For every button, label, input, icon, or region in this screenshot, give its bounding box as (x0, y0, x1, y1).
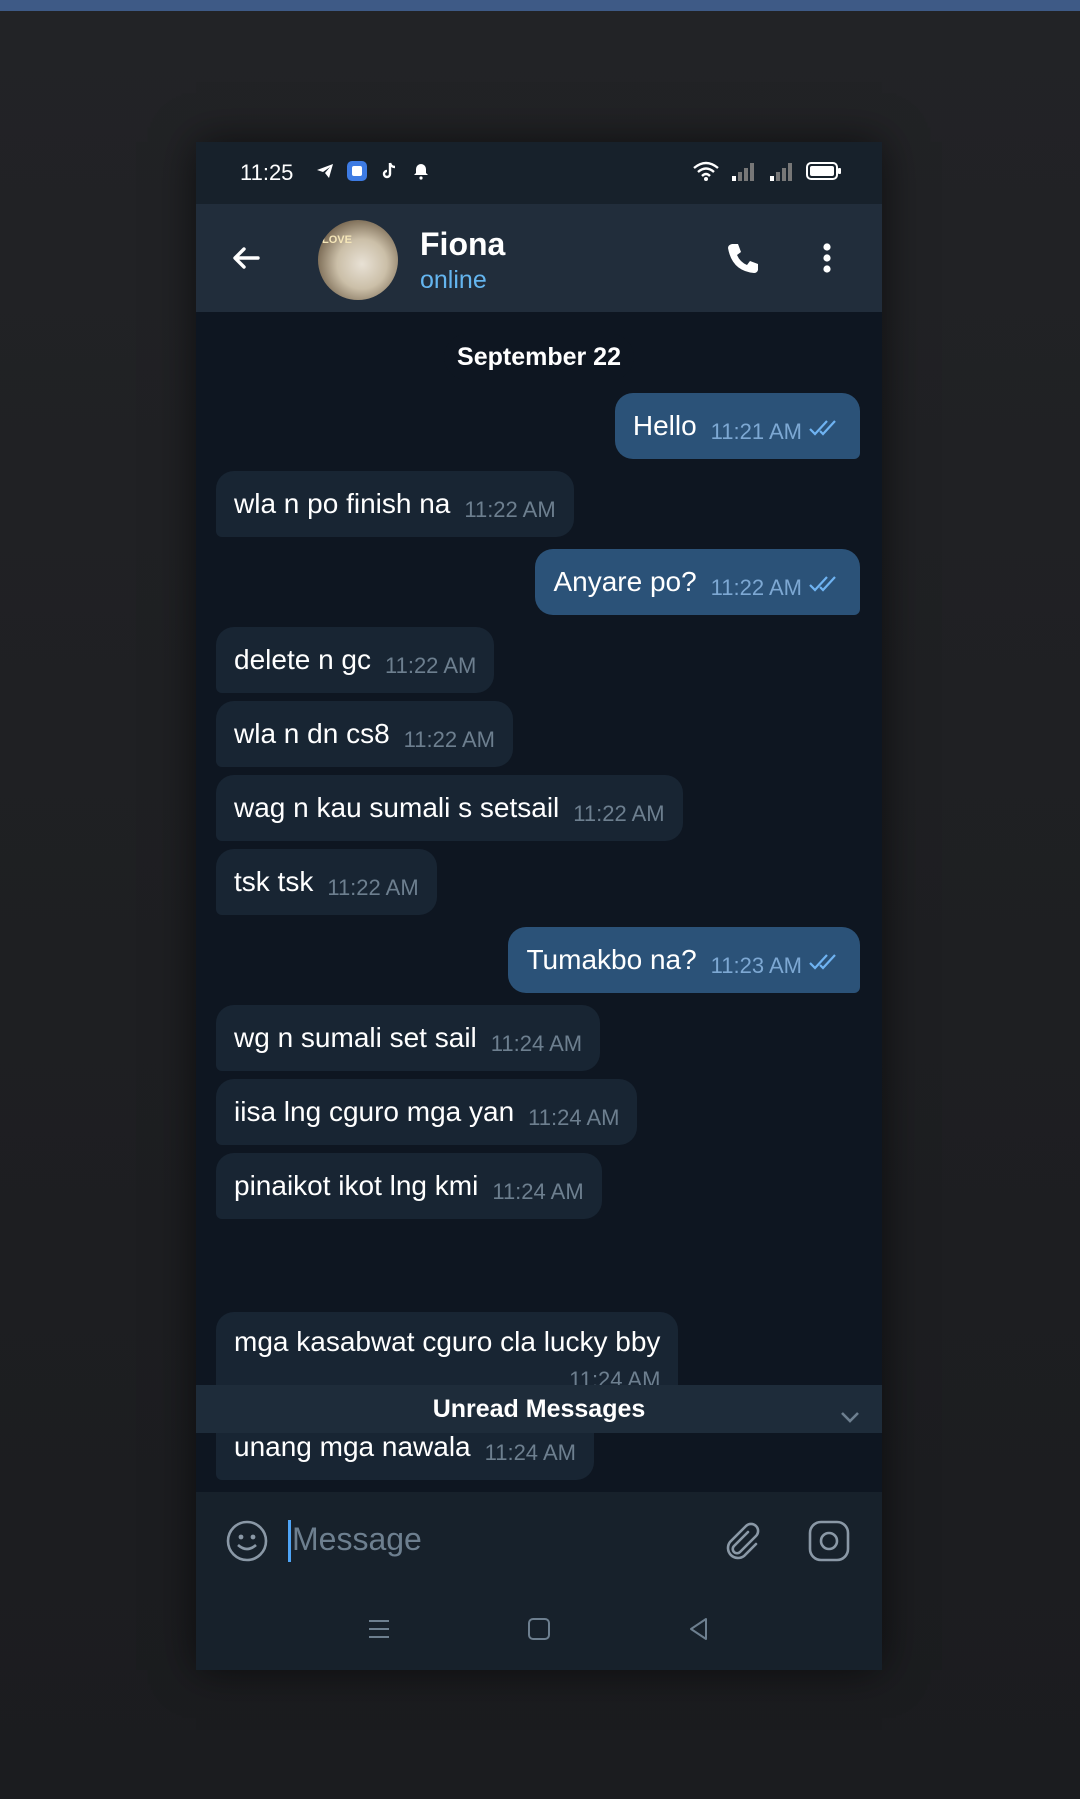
message-text: wla n dn cs8 (234, 718, 390, 749)
back-icon[interactable] (682, 1612, 716, 1646)
signal-icon (768, 160, 796, 188)
status-time: 11:25 (240, 160, 294, 185)
message-text: delete n gc (234, 644, 371, 675)
message-time: 11:23 AM (710, 953, 802, 978)
message-time: 11:21 AM (710, 419, 802, 444)
incoming-message[interactable]: delete n gc 11:22 AM (216, 627, 495, 693)
message-text: unang mga nawala (234, 1431, 471, 1462)
avatar-text: LOVE (322, 234, 352, 246)
chat-area[interactable]: September 22 Hello 11:21 AM wla n po fini… (196, 312, 882, 1492)
emoji-icon[interactable] (224, 1518, 270, 1564)
app-icon (346, 160, 368, 182)
message-time: 11:22 AM (327, 875, 419, 900)
message-time: 11:24 AM (490, 1031, 583, 1056)
attach-icon[interactable] (718, 1518, 764, 1564)
double-check-icon (808, 551, 842, 617)
unread-messages-divider: Unread Messages (196, 1385, 882, 1433)
incoming-message[interactable]: wag n kau sumali s setsail 11:22 AM (216, 775, 683, 841)
incoming-message[interactable]: tsk tsk 11:22 AM (216, 849, 437, 915)
telegram-icon (314, 160, 336, 182)
top-accent-bar (0, 0, 1080, 11)
double-check-icon (808, 395, 842, 461)
outgoing-message[interactable]: Tumakbo na? 11:23 AM (508, 927, 860, 993)
incoming-message[interactable]: wla n po finish na 11:22 AM (216, 471, 574, 537)
message-text: wag n kau sumali s setsail (234, 792, 560, 823)
message-text: Anyare po? (553, 566, 697, 597)
message-time: 11:24 AM (484, 1440, 576, 1465)
message-input[interactable]: Message (292, 1516, 422, 1562)
message-time: 11:22 AM (385, 653, 477, 678)
system-navigation-bar (196, 1588, 882, 1670)
contact-status: online (420, 266, 487, 294)
battery-icon (806, 160, 842, 188)
text-caret (288, 1520, 291, 1562)
unread-label: Unread Messages (432, 1395, 646, 1423)
status-right-icons (692, 160, 842, 188)
message-text: Tumakbo na? (526, 944, 697, 975)
incoming-message[interactable]: wla n dn cs8 11:22 AM (216, 701, 513, 767)
message-text: tsk tsk (234, 866, 314, 897)
message-text: Hello (632, 410, 697, 441)
chat-header: LOVE Fiona online (196, 204, 882, 313)
wifi-icon (692, 160, 720, 188)
status-left-icons (314, 160, 432, 182)
message-time: 11:22 AM (403, 727, 495, 752)
message-text: wg n sumali set sail (234, 1022, 477, 1053)
message-time: 11:22 AM (464, 497, 556, 522)
notification-icon (410, 160, 432, 182)
outgoing-message[interactable]: Anyare po? 11:22 AM (535, 549, 860, 615)
status-bar: 11:25 (196, 142, 882, 204)
contact-name[interactable]: Fiona (420, 226, 505, 263)
chevron-down-icon[interactable] (838, 1397, 862, 1423)
home-icon[interactable] (522, 1612, 556, 1646)
message-time: 11:24 AM (492, 1179, 584, 1204)
message-text: wla n po finish na (234, 488, 451, 519)
tiktok-icon (378, 160, 400, 182)
message-text: iisa lng cguro mga yan (234, 1096, 515, 1127)
camera-icon[interactable] (806, 1518, 852, 1564)
double-check-icon (808, 929, 842, 995)
signal-icon (730, 160, 758, 188)
message-composer: Message (196, 1492, 882, 1588)
phone-screen: 11:25 LOVE Fiona online September 22 Hel… (196, 142, 882, 1670)
incoming-message[interactable]: pinaikot ikot lng kmi 11:24 AM (216, 1153, 602, 1219)
date-separator: September 22 (444, 334, 634, 380)
avatar[interactable]: LOVE (318, 220, 398, 300)
message-time: 11:22 AM (573, 801, 665, 826)
more-vertical-icon[interactable] (814, 238, 840, 278)
incoming-message[interactable]: wg n sumali set sail 11:24 AM (216, 1005, 601, 1071)
message-text: pinaikot ikot lng kmi (234, 1170, 479, 1201)
message-time: 11:22 AM (710, 575, 802, 600)
incoming-message[interactable]: iisa lng cguro mga yan 11:24 AM (216, 1079, 638, 1145)
phone-icon[interactable] (722, 238, 762, 278)
message-text: mga kasabwat cguro cla lucky bby (234, 1326, 661, 1357)
back-arrow-icon[interactable] (226, 238, 266, 278)
message-time: 11:24 AM (528, 1105, 620, 1130)
outgoing-message[interactable]: Hello 11:21 AM (614, 393, 860, 461)
menu-icon[interactable] (362, 1612, 396, 1646)
